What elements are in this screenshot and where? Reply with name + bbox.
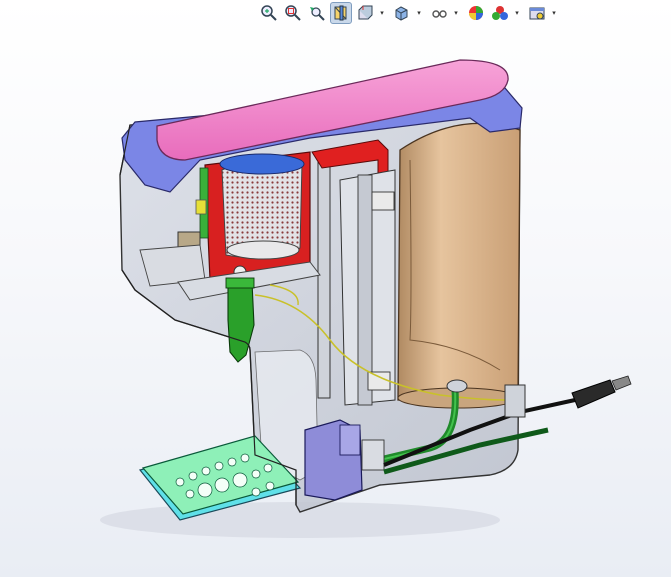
display-style-button[interactable] [391, 2, 413, 24]
graphics-viewport[interactable]: ▾ ▾ ▾ ▾ ▾ [0, 0, 671, 577]
view-settings-icon [529, 7, 545, 20]
hose-fitting [446, 379, 468, 393]
edit-appearance-icon [469, 6, 483, 20]
heater-clip-top [371, 191, 395, 211]
previous-view-button[interactable] [306, 2, 328, 24]
coffee-maker-section-model[interactable] [0, 0, 671, 577]
apply-scene-icon [492, 6, 508, 20]
filter-basket-bottom [226, 240, 300, 260]
section-view-icon [334, 5, 347, 21]
chevron-down-icon[interactable]: ▾ [513, 2, 521, 24]
zoom-to-area-icon [285, 5, 301, 21]
section-view-button[interactable] [330, 2, 352, 24]
zoom-to-fit-icon [261, 5, 277, 21]
chevron-down-icon[interactable]: ▾ [415, 2, 423, 24]
pump-connector [339, 424, 361, 456]
yellow-clip [195, 199, 207, 215]
view-orientation-button[interactable] [354, 2, 376, 24]
previous-view-icon [310, 7, 325, 21]
edit-appearance-button[interactable] [465, 2, 487, 24]
heads-up-view-toolbar: ▾ ▾ ▾ ▾ ▾ [258, 1, 561, 25]
chevron-down-icon[interactable]: ▾ [378, 2, 386, 24]
cable-strain-relief [504, 384, 526, 418]
view-orientation-icon [358, 5, 373, 20]
chevron-down-icon[interactable]: ▾ [452, 2, 460, 24]
apply-scene-button[interactable] [489, 2, 511, 24]
heater-clip-bottom [367, 371, 391, 391]
plug-prongs [611, 375, 632, 391]
pump-outlet [361, 439, 385, 471]
hide-show-items-icon [432, 10, 447, 18]
power-plug[interactable] [571, 379, 616, 409]
view-settings-button[interactable] [526, 2, 548, 24]
filter-basket-top-ring [219, 153, 305, 175]
water-tank[interactable] [397, 122, 521, 403]
riser-tube [317, 157, 331, 399]
hide-show-items-button[interactable] [428, 2, 450, 24]
display-style-icon [395, 6, 408, 21]
chevron-down-icon[interactable]: ▾ [550, 2, 558, 24]
zoom-to-fit-button[interactable] [258, 2, 280, 24]
nozzle-collar [225, 277, 255, 289]
zoom-to-area-button[interactable] [282, 2, 304, 24]
